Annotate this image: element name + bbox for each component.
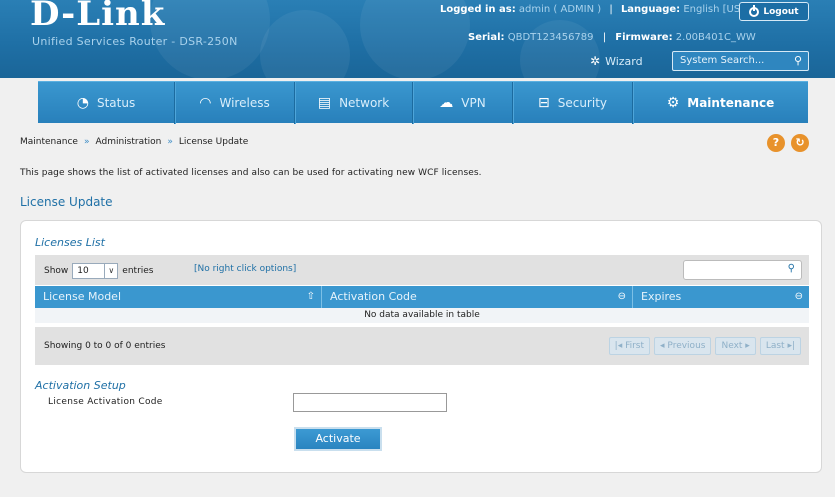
- activation-code-label: License Activation Code: [48, 397, 163, 407]
- nav-item-label: VPN: [461, 96, 486, 110]
- refresh-icon[interactable]: ↻: [791, 134, 809, 152]
- column-expires[interactable]: Expires ⊖: [633, 286, 809, 308]
- device-info: Serial: QBDT123456789 | Firmware: 2.00B4…: [468, 32, 756, 43]
- no-right-click-note: [No right click options]: [194, 264, 297, 274]
- brand-logo: D-Link: [30, 0, 166, 34]
- search-icon[interactable]: ⚲: [794, 52, 802, 70]
- logout-label: Logout: [763, 6, 799, 17]
- column-license-model[interactable]: License Model ⇧: [35, 286, 322, 308]
- breadcrumb-separator: »: [167, 137, 173, 147]
- activation-code-input[interactable]: [293, 393, 447, 412]
- pager-label: Previous: [667, 341, 706, 351]
- page-title: License Update: [20, 195, 113, 209]
- table-header: License Model ⇧ Activation Code ⊖ Expire…: [35, 286, 809, 308]
- sort-icon: ⊖: [617, 291, 626, 302]
- license-panel: Licenses List Show 10 ∨ entries [No righ…: [20, 220, 822, 473]
- help-icon[interactable]: ?: [767, 134, 785, 152]
- column-activation-code[interactable]: Activation Code ⊖: [322, 286, 633, 308]
- nav-item-label: Security: [557, 96, 607, 110]
- page-description: This page shows the list of activated li…: [20, 168, 482, 178]
- breadcrumb: Maintenance » Administration » License Updat…: [20, 137, 248, 147]
- logout-button[interactable]: Logout: [739, 2, 809, 21]
- nav-item-label: Maintenance: [687, 96, 775, 110]
- last-page-button[interactable]: Last ▸|: [759, 337, 801, 355]
- language-link[interactable]: English [US]: [683, 4, 744, 15]
- pager-label: Last: [765, 341, 785, 351]
- dashboard-icon: ◔: [76, 95, 89, 111]
- firmware-label: Firmware:: [615, 32, 673, 43]
- wizard-link[interactable]: ✲ Wizard: [590, 54, 643, 68]
- logged-in-value: admin ( ADMIN ): [518, 4, 602, 15]
- firmware-value: 2.00B401C_WW: [675, 32, 756, 43]
- entries-label: entries: [122, 266, 154, 276]
- nav-item-status[interactable]: ◔ Status: [38, 82, 175, 124]
- table-search-input[interactable]: ⚲: [683, 260, 802, 280]
- nav-item-label: Wireless: [219, 96, 270, 110]
- breadcrumb-item[interactable]: Administration: [95, 137, 161, 147]
- system-search-input[interactable]: System Search... ⚲: [672, 51, 809, 71]
- entries-value: 10: [77, 266, 89, 276]
- pagination: |◂ First ◂ Previous Next ▸ Last ▸|: [608, 337, 801, 355]
- nav-item-label: Network: [339, 96, 390, 110]
- column-label: License Model: [43, 290, 121, 303]
- activate-button[interactable]: Activate: [294, 427, 382, 451]
- serial-label: Serial:: [468, 32, 505, 43]
- breadcrumb-item[interactable]: Maintenance: [20, 137, 78, 147]
- nav-item-maintenance[interactable]: ⚙ Maintenance: [633, 82, 808, 124]
- gears-icon: ⚙: [666, 95, 680, 111]
- breadcrumb-item: License Update: [178, 137, 249, 147]
- separator: |: [609, 4, 613, 15]
- next-page-button[interactable]: Next ▸: [715, 337, 756, 355]
- chevron-down-icon: ∨: [104, 264, 117, 278]
- column-label: Activation Code: [330, 290, 417, 303]
- header-banner: D-Link Unified Services Router - DSR-250…: [0, 0, 835, 78]
- breadcrumb-separator: »: [83, 137, 90, 147]
- table-toolbar: Show 10 ∨ entries [No right click option…: [35, 255, 809, 285]
- entries-select[interactable]: 10 ∨: [72, 263, 119, 279]
- previous-page-button[interactable]: ◂ Previous: [654, 337, 712, 355]
- column-label: Expires: [641, 290, 682, 303]
- wand-icon: ✲: [590, 54, 601, 68]
- monitor-icon: ▤: [317, 95, 332, 111]
- nav-item-security[interactable]: ⊟ Security: [513, 82, 633, 124]
- cloud-lock-icon: ☁: [439, 95, 454, 111]
- power-icon: [749, 4, 760, 17]
- entries-info: Showing 0 to 0 of 0 entries: [44, 341, 166, 351]
- search-icon: ⚲: [787, 263, 795, 274]
- pager-label: First: [625, 341, 645, 351]
- lock-icon: ⊟: [537, 95, 550, 111]
- first-page-button[interactable]: |◂ First: [608, 337, 651, 355]
- show-label: Show: [44, 266, 69, 276]
- product-subtitle: Unified Services Router - DSR-250N: [32, 35, 238, 48]
- activation-setup-title: Activation Setup: [35, 379, 126, 392]
- system-search-placeholder: System Search...: [680, 55, 765, 66]
- nav-item-wireless[interactable]: ◠ Wireless: [175, 82, 295, 124]
- empty-table-message: No data available in table: [35, 308, 809, 323]
- session-info: Logged in as: admin ( ADMIN ) | Language…: [440, 4, 744, 15]
- sort-icon: ⊖: [794, 291, 803, 302]
- wizard-label: Wizard: [605, 54, 643, 68]
- sort-icon: ⇧: [306, 291, 315, 302]
- nav-item-label: Status: [96, 96, 136, 110]
- nav-item-network[interactable]: ▤ Network: [295, 82, 413, 124]
- serial-value: QBDT123456789: [507, 32, 594, 43]
- licenses-list-title: Licenses List: [35, 236, 105, 249]
- separator: |: [602, 32, 607, 43]
- table-footer: Showing 0 to 0 of 0 entries |◂ First ◂ P…: [35, 327, 809, 365]
- language-label: Language:: [620, 4, 681, 15]
- logged-in-label: Logged in as:: [440, 4, 516, 15]
- main-nav: ◔ Status ◠ Wireless ▤ Network ☁ VPN ⊟ Se…: [38, 81, 808, 124]
- entries-control: Show 10 ∨ entries: [44, 263, 154, 279]
- pager-label: Next: [721, 341, 743, 351]
- nav-item-vpn[interactable]: ☁ VPN: [413, 82, 513, 124]
- wifi-icon: ◠: [199, 95, 212, 111]
